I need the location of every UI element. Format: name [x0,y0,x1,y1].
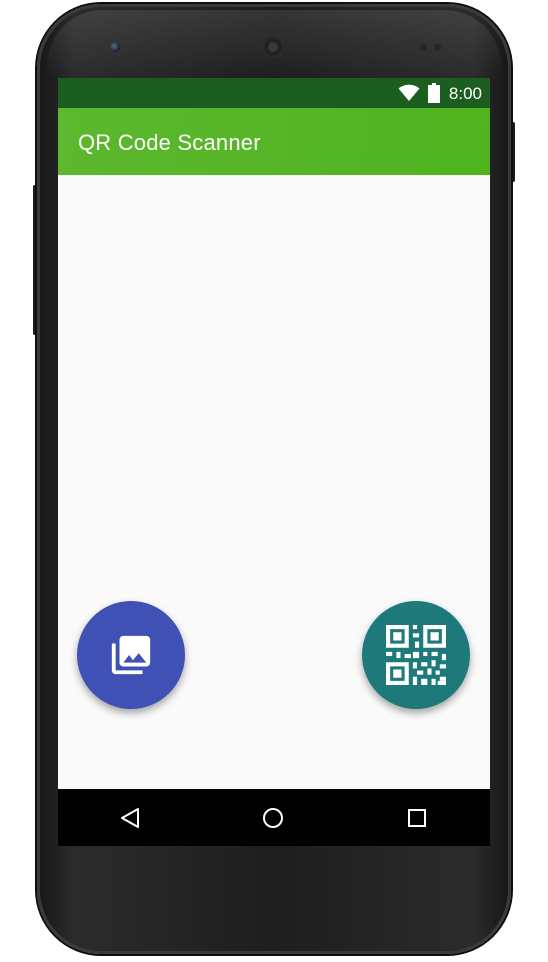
back-button[interactable] [115,803,145,833]
navigation-bar [58,789,490,846]
qr-code-icon [386,625,446,685]
scan-qr-button[interactable] [362,601,470,709]
light-sensor [434,44,441,51]
home-button[interactable] [258,803,288,833]
status-time: 8:00 [448,84,482,103]
battery-icon [428,83,440,103]
toolbar-title: QR Code Scanner [78,130,261,155]
proximity-sensor [420,44,427,51]
wifi-icon [398,84,420,101]
back-icon [121,808,139,828]
gallery-button[interactable] [77,601,185,709]
home-icon [263,808,283,828]
screen: 8:00 QR Code Scanner [58,78,490,846]
recents-icon [408,809,426,827]
photo-library-icon [111,635,151,675]
status-bar: 8:00 [58,78,490,108]
front-camera [110,42,120,52]
earpiece-speaker [262,36,284,58]
recents-button[interactable] [402,803,432,833]
app-toolbar: QR Code Scanner [58,108,490,175]
